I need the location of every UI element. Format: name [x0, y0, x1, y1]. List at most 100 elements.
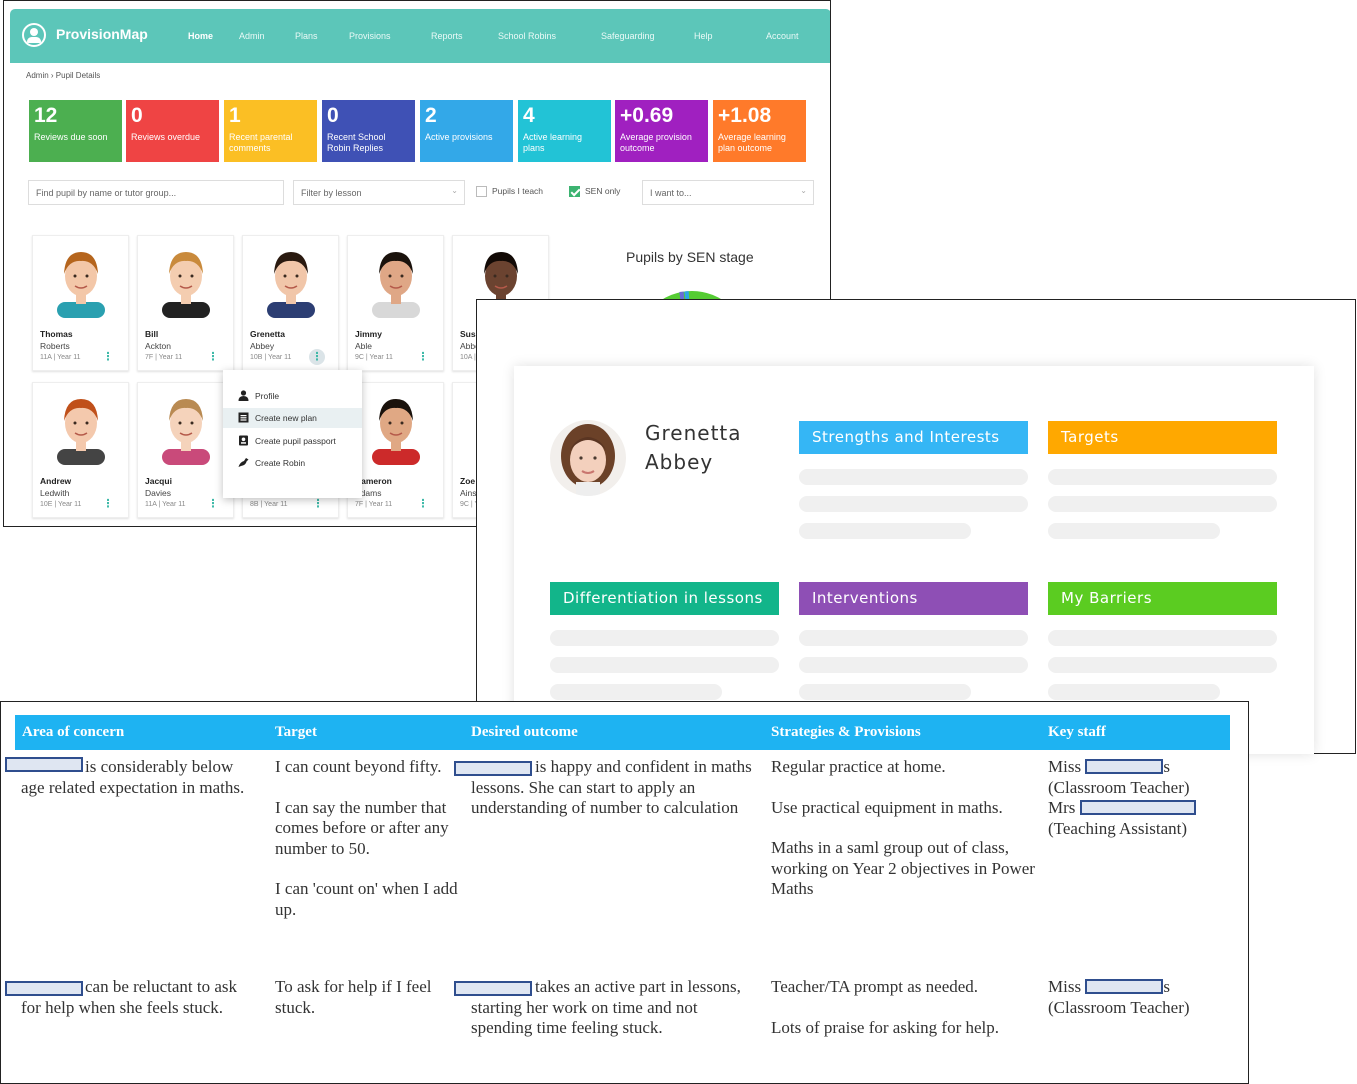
sen-only-checkbox[interactable] — [569, 186, 580, 197]
menu-item-create-robin[interactable]: Create Robin — [223, 453, 362, 473]
placeholder-line — [1048, 523, 1220, 539]
tile-my-barriers[interactable]: My Barriers — [1048, 582, 1277, 615]
stat-tile[interactable]: 0 Reviews overdue — [126, 100, 219, 162]
stat-tile[interactable]: 0 Recent School Robin Replies — [322, 100, 415, 162]
passport-icon — [239, 435, 248, 446]
stat-label: Average learning plan outcome — [718, 132, 786, 153]
stat-label: Average provision outcome — [620, 132, 692, 153]
pupil-card[interactable]: Bill Ackton 7F | Year 11 ⋮ — [137, 235, 234, 371]
staff-title: Mrs — [1048, 798, 1076, 817]
nav-home[interactable]: Home — [188, 31, 213, 41]
placeholder-line — [799, 523, 971, 539]
stat-value: +0.69 — [620, 104, 674, 127]
pupil-last-name: Ackton — [145, 341, 171, 351]
nav-school-robins[interactable]: School Robins — [498, 31, 556, 41]
tile-targets[interactable]: Targets — [1048, 421, 1277, 454]
pupil-card[interactable]: Jimmy Able 9C | Year 11 ⋮ — [347, 235, 444, 371]
pupil-search-input[interactable]: Find pupil by name or tutor group... — [28, 180, 284, 205]
pupil-first-name: Thomas — [40, 329, 73, 339]
menu-item-create-pupil-passport[interactable]: Create pupil passport — [223, 431, 362, 451]
pupil-last-name: Roberts — [40, 341, 70, 351]
stat-label: Active learning plans — [523, 132, 583, 153]
more-options-icon[interactable]: ⋮ — [416, 349, 430, 365]
strategy-item: Teacher/TA prompt as needed. — [771, 977, 979, 996]
learning-plan-table: Area of concern Target Desired outcome S… — [0, 701, 1249, 1084]
pupil-card[interactable]: Grenetta Abbey 10B | Year 11 ⋮ — [242, 235, 339, 371]
row1-strategies: Regular practice at home. Use practical … — [771, 757, 1036, 900]
tile-differentiation-in-lessons[interactable]: Differentiation in lessons — [550, 582, 779, 615]
more-options-icon[interactable]: ⋮ — [311, 496, 325, 512]
stat-tile[interactable]: 1 Recent parental comments — [224, 100, 317, 162]
redacted-name — [1079, 800, 1196, 815]
pupil-photo — [57, 252, 105, 318]
sen-only-label: SEN only — [585, 186, 621, 196]
breadcrumb[interactable]: Admin › Pupil Details — [26, 71, 100, 80]
placeholder-line — [799, 684, 971, 700]
staff-suffix: s — [1163, 757, 1170, 776]
pupil-first-name: Jimmy — [355, 329, 382, 339]
menu-item-profile[interactable]: Profile — [223, 386, 362, 406]
more-options-icon[interactable]: ⋮ — [206, 496, 220, 512]
row2-desired-outcome: takes an active part in lessons, startin… — [471, 977, 741, 1037]
tile-interventions[interactable]: Interventions — [799, 582, 1028, 615]
pupil-first-name: Andrew — [40, 476, 72, 486]
strategy-item: Lots of praise for asking for help. — [771, 1017, 1000, 1037]
stat-value: 12 — [34, 104, 58, 127]
placeholder-line — [550, 657, 779, 673]
provisionmap-logo-icon[interactable] — [22, 23, 46, 47]
bird-icon — [238, 458, 249, 467]
pupil-photo — [162, 399, 210, 465]
pupil-photo — [372, 399, 420, 465]
stat-tile[interactable]: 4 Active learning plans — [518, 100, 611, 162]
action-select[interactable]: I want to... ⌄ — [642, 180, 814, 205]
pupil-class-year: 9C | Year 11 — [355, 354, 393, 361]
more-options-icon[interactable]: ⋮ — [206, 349, 220, 365]
more-options-icon[interactable]: ⋮ — [416, 496, 430, 512]
placeholder-line — [799, 657, 1028, 673]
pupil-card[interactable]: Thomas Roberts 11A | Year 11 ⋮ — [32, 235, 129, 371]
pupil-class-year: 7F | Year 11 — [145, 354, 183, 361]
pupil-first-name: Zoe — [460, 476, 476, 486]
nav-safeguarding[interactable]: Safeguarding — [601, 31, 655, 41]
nav-provisions[interactable]: Provisions — [349, 31, 391, 41]
tile-strengths-and-interests[interactable]: Strengths and Interests — [799, 421, 1028, 454]
nav-plans[interactable]: Plans — [295, 31, 318, 41]
chevron-down-icon: ⌄ — [451, 186, 458, 195]
target-item: To ask for help if I feel stuck. — [275, 977, 432, 1017]
nav-reports[interactable]: Reports — [431, 31, 463, 41]
pupil-photo — [267, 252, 315, 318]
nav-account[interactable]: Account — [766, 31, 799, 41]
stat-tile[interactable]: +0.69 Average provision outcome — [615, 100, 708, 162]
more-options-icon[interactable]: ⋮ — [101, 496, 115, 512]
pupil-first-name: Bill — [145, 329, 159, 339]
more-options-icon[interactable]: ⋮ — [309, 349, 325, 365]
stat-tile[interactable]: 12 Reviews due soon — [29, 100, 122, 162]
pupil-last-name: Ledwith — [40, 488, 70, 498]
stat-tile[interactable]: 2 Active provisions — [420, 100, 513, 162]
row1-targets: I can count beyond fifty. I can say the … — [275, 757, 460, 920]
pupil-class-year: 7F | Year 11 — [355, 501, 393, 508]
top-navigation-bar: ProvisionMap Home Admin Plans Provisions… — [10, 9, 830, 63]
lesson-filter-select[interactable]: Filter by lesson ⌄ — [293, 180, 465, 205]
stat-label: Recent School Robin Replies — [327, 132, 386, 153]
nav-help[interactable]: Help — [694, 31, 713, 41]
sen-chart-title: Pupils by SEN stage — [626, 249, 754, 265]
nav-admin[interactable]: Admin — [239, 31, 265, 41]
stat-tile[interactable]: +1.08 Average learning plan outcome — [713, 100, 806, 162]
brand-name[interactable]: ProvisionMap — [56, 26, 148, 42]
pupil-card[interactable]: Jacqui Davies 11A | Year 11 ⋮ — [137, 382, 234, 518]
pupil-avatar — [550, 420, 626, 496]
placeholder-line — [550, 684, 722, 700]
menu-item-create-new-plan[interactable]: Create new plan — [223, 408, 362, 428]
pupil-photo — [162, 252, 210, 318]
pupil-card[interactable]: Andrew Ledwith 10E | Year 11 ⋮ — [32, 382, 129, 518]
pupil-class-year: 11A | Year 11 — [145, 501, 186, 508]
pupils-i-teach-checkbox[interactable] — [476, 186, 487, 197]
staff-title: Miss — [1048, 977, 1082, 996]
row1-desired-outcome: is happy and confident in maths lessons.… — [471, 757, 752, 817]
more-options-icon[interactable]: ⋮ — [101, 349, 115, 365]
stat-label: Reviews due soon — [34, 132, 108, 142]
placeholder-line — [799, 469, 1028, 485]
stat-value: 2 — [425, 104, 437, 127]
pupil-class-year: 11A | Year 11 — [40, 354, 81, 361]
